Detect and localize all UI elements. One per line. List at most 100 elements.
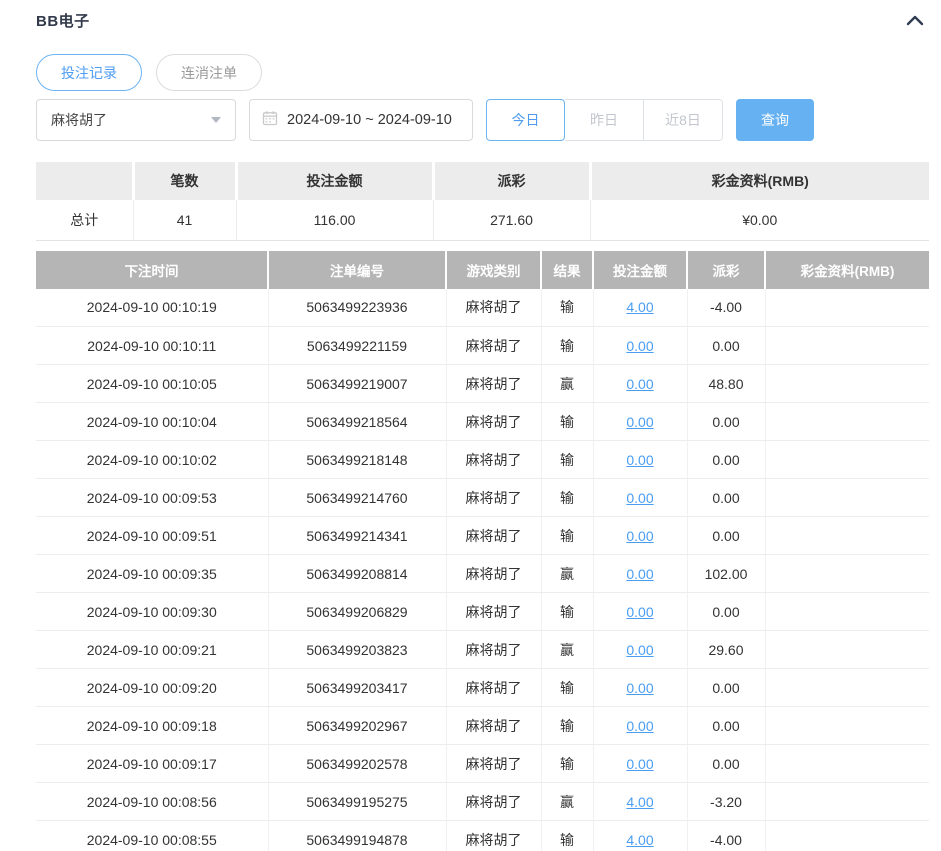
cell-order-id: 5063499202578 [268, 745, 446, 783]
table-row: 2024-09-10 00:09:51 5063499214341 麻将胡了 输… [36, 517, 929, 555]
cell-order-id: 5063499214341 [268, 517, 446, 555]
bet-amount-link[interactable]: 0.00 [626, 566, 653, 582]
cell-game-type: 麻将胡了 [446, 403, 541, 441]
bet-amount-link[interactable]: 0.00 [626, 490, 653, 506]
cell-bonus [765, 745, 929, 783]
cell-order-id: 5063499219007 [268, 365, 446, 403]
header-result: 结果 [541, 251, 593, 289]
summary-total-label: 总计 [36, 200, 133, 240]
game-select-value: 麻将胡了 [51, 110, 107, 130]
cell-game-type: 麻将胡了 [446, 707, 541, 745]
cell-bet-amount: 0.00 [593, 669, 687, 707]
cell-bonus [765, 289, 929, 327]
cell-game-type: 麻将胡了 [446, 593, 541, 631]
cell-order-id: 5063499203417 [268, 669, 446, 707]
bet-table: 下注时间 注单编号 游戏类别 结果 投注金额 派彩 彩金资料(RMB) 2024… [36, 251, 929, 851]
cell-result: 输 [541, 289, 593, 327]
cell-bonus [765, 517, 929, 555]
cell-game-type: 麻将胡了 [446, 365, 541, 403]
bet-amount-link[interactable]: 0.00 [626, 528, 653, 544]
cell-bet-amount: 0.00 [593, 479, 687, 517]
cell-payout: 0.00 [687, 745, 765, 783]
cell-result: 赢 [541, 555, 593, 593]
query-button[interactable]: 查询 [736, 99, 814, 141]
summary-total-count: 41 [133, 200, 236, 240]
cell-payout: 0.00 [687, 403, 765, 441]
cell-bet-time: 2024-09-10 00:09:30 [36, 593, 268, 631]
cell-payout: 0.00 [687, 327, 765, 365]
cell-order-id: 5063499202967 [268, 707, 446, 745]
cell-bet-time: 2024-09-10 00:10:19 [36, 289, 268, 327]
bet-amount-link[interactable]: 0.00 [626, 642, 653, 658]
cell-bonus [765, 821, 929, 851]
cell-bonus [765, 365, 929, 403]
bet-amount-link[interactable]: 0.00 [626, 680, 653, 696]
cell-payout: 0.00 [687, 707, 765, 745]
bet-amount-link[interactable]: 4.00 [626, 299, 653, 315]
date-range-input[interactable]: 2024-09-10 ~ 2024-09-10 [249, 99, 473, 141]
cell-bet-amount: 4.00 [593, 783, 687, 821]
cell-bet-time: 2024-09-10 00:08:56 [36, 783, 268, 821]
cell-bet-time: 2024-09-10 00:08:55 [36, 821, 268, 851]
summary-header-bet-amount: 投注金额 [236, 162, 433, 200]
table-row: 2024-09-10 00:09:18 5063499202967 麻将胡了 输… [36, 707, 929, 745]
cell-result: 赢 [541, 783, 593, 821]
bet-amount-link[interactable]: 0.00 [626, 718, 653, 734]
cell-order-id: 5063499206829 [268, 593, 446, 631]
bet-amount-link[interactable]: 0.00 [626, 452, 653, 468]
table-row: 2024-09-10 00:10:02 5063499218148 麻将胡了 输… [36, 441, 929, 479]
summary-total-bet-amount: 116.00 [236, 200, 433, 240]
cell-order-id: 5063499223936 [268, 289, 446, 327]
cell-game-type: 麻将胡了 [446, 631, 541, 669]
cell-game-type: 麻将胡了 [446, 289, 541, 327]
bet-amount-link[interactable]: 0.00 [626, 756, 653, 772]
today-button[interactable]: 今日 [486, 99, 565, 141]
cell-payout: -3.20 [687, 783, 765, 821]
cell-order-id: 5063499218564 [268, 403, 446, 441]
cell-game-type: 麻将胡了 [446, 821, 541, 851]
cell-result: 输 [541, 821, 593, 851]
last-8-days-button[interactable]: 近8日 [644, 99, 723, 141]
cell-result: 输 [541, 479, 593, 517]
cell-bet-time: 2024-09-10 00:09:20 [36, 669, 268, 707]
bet-amount-link[interactable]: 4.00 [626, 832, 653, 848]
cell-result: 输 [541, 517, 593, 555]
cell-bonus [765, 593, 929, 631]
cell-game-type: 麻将胡了 [446, 669, 541, 707]
cell-game-type: 麻将胡了 [446, 555, 541, 593]
cell-bonus [765, 403, 929, 441]
cell-game-type: 麻将胡了 [446, 479, 541, 517]
cell-bet-amount: 0.00 [593, 327, 687, 365]
cell-bet-amount: 4.00 [593, 289, 687, 327]
chevron-up-icon [905, 15, 925, 30]
calendar-icon [262, 110, 278, 130]
bet-amount-link[interactable]: 0.00 [626, 376, 653, 392]
panel-header: BB电子 [36, 8, 929, 32]
cell-bonus [765, 783, 929, 821]
table-row: 2024-09-10 00:09:53 5063499214760 麻将胡了 输… [36, 479, 929, 517]
table-row: 2024-09-10 00:09:35 5063499208814 麻将胡了 赢… [36, 555, 929, 593]
summary-total-payout: 271.60 [433, 200, 590, 240]
cell-payout: 29.60 [687, 631, 765, 669]
cell-game-type: 麻将胡了 [446, 745, 541, 783]
bet-amount-link[interactable]: 0.00 [626, 604, 653, 620]
date-range-value: 2024-09-10 ~ 2024-09-10 [287, 112, 452, 128]
collapse-button[interactable] [901, 11, 929, 29]
tab-cancelled-orders[interactable]: 连消注单 [156, 54, 262, 91]
bet-amount-link[interactable]: 4.00 [626, 794, 653, 810]
cell-result: 输 [541, 593, 593, 631]
cell-game-type: 麻将胡了 [446, 517, 541, 555]
bet-amount-link[interactable]: 0.00 [626, 414, 653, 430]
page-title: BB电子 [36, 10, 90, 31]
bet-amount-link[interactable]: 0.00 [626, 338, 653, 354]
cell-bet-time: 2024-09-10 00:09:53 [36, 479, 268, 517]
yesterday-button[interactable]: 昨日 [565, 99, 644, 141]
tab-bet-records[interactable]: 投注记录 [36, 54, 142, 91]
cell-result: 赢 [541, 365, 593, 403]
cell-bet-amount: 0.00 [593, 593, 687, 631]
game-select[interactable]: 麻将胡了 [36, 99, 236, 141]
cell-order-id: 5063499218148 [268, 441, 446, 479]
cell-result: 输 [541, 327, 593, 365]
summary-total-bonus: ¥0.00 [590, 200, 929, 240]
cell-game-type: 麻将胡了 [446, 783, 541, 821]
